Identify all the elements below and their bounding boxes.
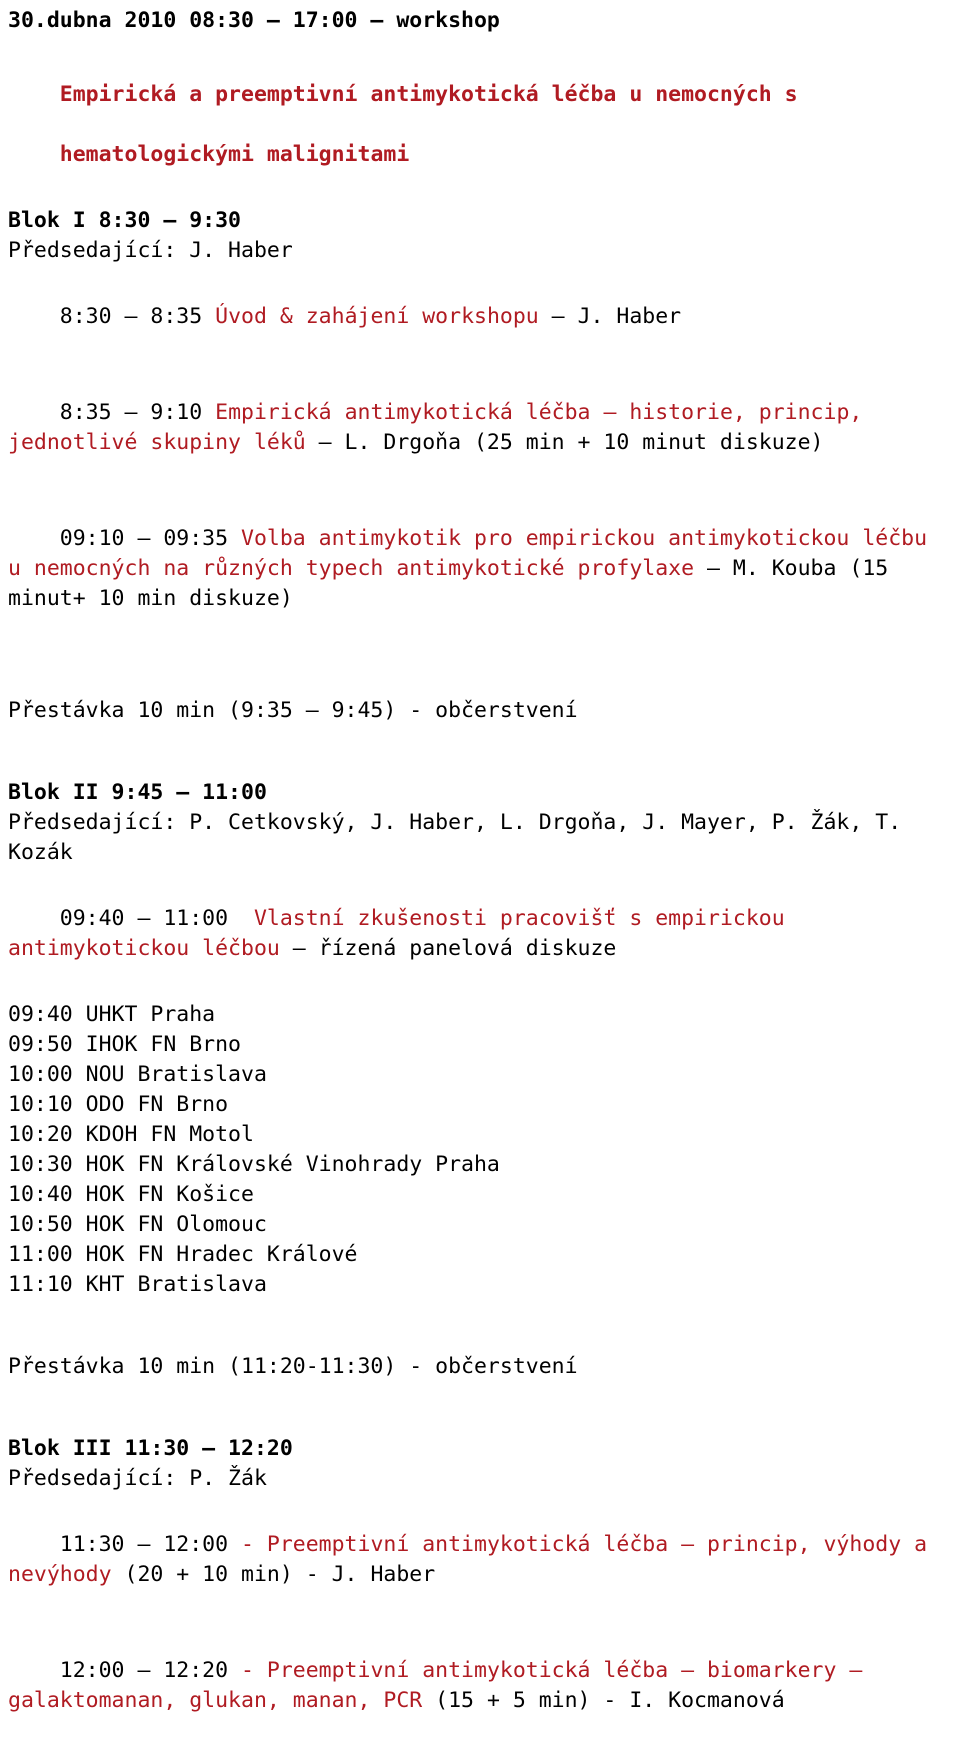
session-item: 09:40 – 11:00 Vlastní zkušenosti pracovi…	[8, 874, 952, 994]
panel-list-item: 10:00 NOU Bratislava	[8, 1062, 267, 1087]
panel-list-item: 09:50 IHOK FN Brno	[8, 1032, 241, 1057]
session-time: 11:30 – 12:00	[59, 1532, 241, 1557]
session-item: 12:00 – 12:20 - Preemptivní antimykotick…	[8, 1626, 952, 1746]
panel-list-item: 11:00 HOK FN Hradec Králové	[8, 1242, 358, 1267]
session-item: 8:30 – 8:35 Úvod & zahájení workshopu – …	[8, 272, 952, 362]
panel-list-item: 11:10 KHT Bratislava	[8, 1272, 267, 1297]
panel-list-item: 10:10 ODO FN Brno	[8, 1092, 229, 1117]
block-3-chair: Předsedající: P. Žák	[8, 1466, 267, 1491]
block-2-heading: Blok II 9:45 – 11:00	[8, 780, 267, 805]
session-item: 09:10 – 09:35 Volba antimykotik pro empi…	[8, 494, 952, 644]
session-speaker: – L. Drgoňa (25 min + 10 minut diskuze)	[305, 430, 824, 455]
session-speaker: (20 + 10 min) - J. Haber	[111, 1562, 436, 1587]
document-title-line-1: Empirická a preemptivní antimykotická lé…	[59, 82, 798, 107]
session-format: – řízená panelová diskuze	[279, 936, 617, 961]
block-2-chair: Předsedající: P. Cetkovský, J. Haber, L.…	[8, 810, 915, 865]
session-time: 09:40 – 11:00	[59, 906, 254, 931]
break-2: Přestávka 10 min (11:20-11:30) - občerst…	[8, 1354, 578, 1379]
session-speaker: (15 + 5 min) - I. Kocmanová	[422, 1688, 785, 1713]
block-1-heading: Blok I 8:30 – 9:30	[8, 208, 241, 233]
panel-list-item: 09:40 UHKT Praha	[8, 1002, 216, 1027]
panel-list-item: 10:30 HOK FN Královské Vinohrady Praha	[8, 1152, 500, 1177]
session-time: 8:30 – 8:35	[59, 304, 216, 329]
session-time: 12:00 – 12:20	[59, 1658, 241, 1683]
session-item: 11:30 – 12:00 - Preemptivní antimykotick…	[8, 1500, 952, 1620]
panel-list-item: 10:50 HOK FN Olomouc	[8, 1212, 267, 1237]
break-1: Přestávka 10 min (9:35 – 9:45) - občerst…	[8, 698, 578, 723]
session-item: 8:35 – 9:10 Empirická antimykotická léčb…	[8, 368, 952, 488]
block-1-chair: Předsedající: J. Haber	[8, 238, 293, 263]
block-3-heading: Blok III 11:30 – 12:20	[8, 1436, 293, 1461]
session-time: 09:10 – 09:35	[59, 526, 241, 551]
session-time: 8:35 – 9:10	[59, 400, 216, 425]
document-title-line-2: hematologickými malignitami	[59, 142, 410, 167]
session-speaker: – J. Haber	[538, 304, 682, 329]
document-title: Empirická a preemptivní antimykotická lé…	[8, 50, 952, 200]
document-page: 30.dubna 2010 08:30 – 17:00 – workshop E…	[0, 0, 952, 1746]
panel-list-item: 10:20 KDOH FN Motol	[8, 1122, 254, 1147]
document-header-date: 30.dubna 2010 08:30 – 17:00 – workshop	[8, 8, 500, 33]
panel-list-item: 10:40 HOK FN Košice	[8, 1182, 254, 1207]
session-topic: Úvod & zahájení workshopu	[215, 304, 539, 329]
